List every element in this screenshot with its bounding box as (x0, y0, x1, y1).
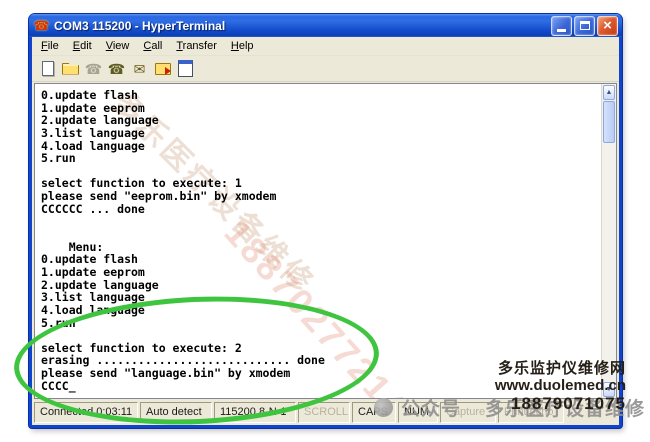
new-connection-icon (39, 61, 57, 77)
close-icon: × (603, 18, 612, 33)
screenshot-stage: COM3 115200 - HyperTerminal × FileEditVi… (0, 0, 650, 442)
menu-item-edit[interactable]: Edit (66, 38, 99, 55)
terminal-line (41, 329, 601, 342)
terminal-line: 0.update flash (41, 89, 601, 102)
scrollbar-thumb[interactable] (603, 101, 615, 143)
scroll-up-icon[interactable]: ▲ (603, 85, 615, 100)
open-icon (62, 61, 80, 77)
status-bar: Connected 0:03:11Auto detect115200 8-N-1… (34, 402, 617, 423)
minimize-button[interactable] (551, 16, 572, 36)
terminal-line: 4.load language (41, 140, 601, 153)
toolbar (32, 56, 619, 82)
hyperterminal-window: COM3 115200 - HyperTerminal × FileEditVi… (29, 14, 622, 428)
status-pane-num: NUM (398, 402, 438, 423)
terminal-line: please send "eeprom.bin" by xmodem (41, 190, 601, 203)
receive-icon (154, 61, 172, 77)
scroll-down-icon[interactable]: ▼ (603, 382, 615, 397)
terminal-line: 5.run (41, 152, 601, 165)
status-pane-115200-8-n-1: 115200 8-N-1 (214, 402, 296, 423)
menu-item-transfer[interactable]: Transfer (169, 38, 224, 55)
menu-item-help[interactable]: Help (224, 38, 261, 55)
terminal-line (41, 228, 601, 241)
title-bar[interactable]: COM3 115200 - HyperTerminal × (29, 14, 622, 37)
status-pane-capture: Capture (440, 402, 496, 423)
call-icon (85, 61, 103, 77)
call-button[interactable] (82, 58, 105, 80)
terminal-line: 3.list language (41, 127, 601, 140)
maximize-icon (580, 21, 590, 30)
terminal-line (41, 215, 601, 228)
menu-item-file[interactable]: File (34, 38, 66, 55)
terminal-line: 5.run (41, 317, 601, 330)
terminal-line: 3.list language (41, 291, 601, 304)
properties-button[interactable] (174, 58, 197, 80)
vertical-scrollbar[interactable]: ▲ ▼ (601, 84, 616, 398)
status-pane-connected-0-03-11: Connected 0:03:11 (34, 402, 138, 423)
terminal-line: CCCCCC ... done (41, 203, 601, 216)
send-icon (131, 61, 149, 77)
disconnect-icon (108, 61, 126, 77)
properties-icon (177, 61, 195, 77)
close-button[interactable]: × (597, 16, 618, 36)
maximize-button[interactable] (574, 16, 595, 36)
send-button[interactable] (128, 58, 151, 80)
terminal-line: CCCC_ (41, 380, 601, 393)
open-button[interactable] (59, 58, 82, 80)
menu-item-call[interactable]: Call (136, 38, 169, 55)
terminal-line: please send "language.bin" by xmodem (41, 367, 601, 380)
terminal-output: 0.update flash1.update eeprom2.update la… (35, 84, 601, 398)
hyperterminal-icon (33, 18, 50, 34)
menu-bar: FileEditViewCallTransferHelp (32, 37, 619, 56)
window-title: COM3 115200 - HyperTerminal (54, 19, 549, 33)
status-pane-auto-detect: Auto detect (140, 402, 212, 423)
status-pane-caps: CAPS (352, 402, 396, 423)
new-connection-button[interactable] (36, 58, 59, 80)
status-pane-scroll: SCROLL (298, 402, 350, 423)
terminal-area[interactable]: 多乐医疗设备维修 18870277214 0.update flash1.upd… (34, 83, 617, 399)
terminal-line: 1.update eeprom (41, 266, 601, 279)
status-pane-print-echo: Print echo (498, 402, 564, 423)
menu-item-view[interactable]: View (99, 38, 137, 55)
terminal-line: 4.load language (41, 304, 601, 317)
receive-button[interactable] (151, 58, 174, 80)
minimize-icon (557, 29, 566, 32)
disconnect-button[interactable] (105, 58, 128, 80)
